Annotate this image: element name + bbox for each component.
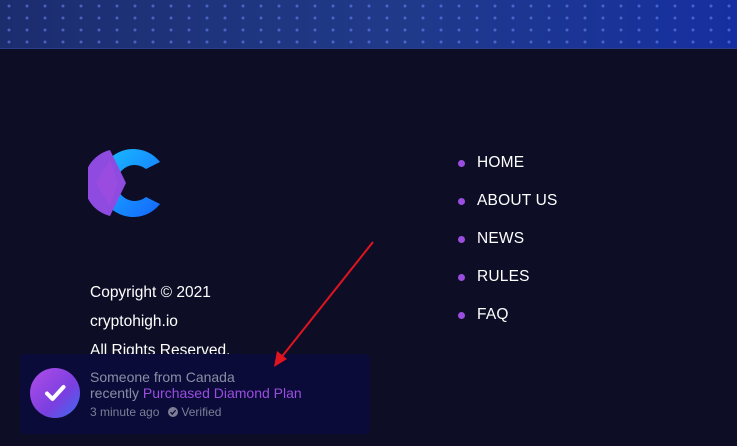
copyright-block: Copyright © 2021 cryptohigh.io All Right… [90, 278, 230, 365]
nav-item-news[interactable]: NEWS [458, 220, 558, 258]
nav-link-about[interactable]: ABOUT US [477, 192, 558, 210]
notification-text: Someone from Canada recently Purchased D… [90, 369, 302, 420]
bullet-icon [458, 159, 465, 167]
hero-banner-bottom [0, 0, 737, 49]
notification-time: 3 minute ago [90, 405, 160, 419]
bullet-icon [458, 311, 465, 319]
verified-label: Verified [181, 405, 222, 419]
nav-link-faq[interactable]: FAQ [477, 306, 509, 324]
nav-item-about[interactable]: ABOUT US [458, 182, 558, 220]
nav-link-home[interactable]: HOME [477, 154, 524, 172]
site-logo[interactable] [88, 140, 166, 226]
bullet-icon [458, 273, 465, 281]
nav-item-rules[interactable]: RULES [458, 258, 558, 296]
bullet-icon [458, 197, 465, 205]
nav-item-home[interactable]: HOME [458, 144, 558, 182]
notification-line2: recently Purchased Diamond Plan [90, 385, 302, 401]
nav-link-rules[interactable]: RULES [477, 268, 530, 286]
notification-meta: 3 minute ago Verified [90, 404, 302, 420]
notification-prefix: recently [90, 385, 140, 401]
bullet-icon [458, 235, 465, 243]
nav-link-news[interactable]: NEWS [477, 230, 524, 248]
copyright-domain: cryptohigh.io [90, 313, 178, 330]
copyright-year: Copyright © 2021 [90, 284, 211, 301]
purchase-notification[interactable]: Someone from Canada recently Purchased D… [20, 354, 370, 434]
notification-plan: Purchased Diamond Plan [142, 385, 302, 401]
check-icon [30, 368, 80, 418]
verified-check-icon [168, 407, 179, 417]
footer-nav: HOME ABOUT US NEWS RULES FAQ [458, 144, 558, 334]
notification-line1: Someone from Canada [90, 369, 235, 385]
nav-item-faq[interactable]: FAQ [458, 296, 558, 334]
